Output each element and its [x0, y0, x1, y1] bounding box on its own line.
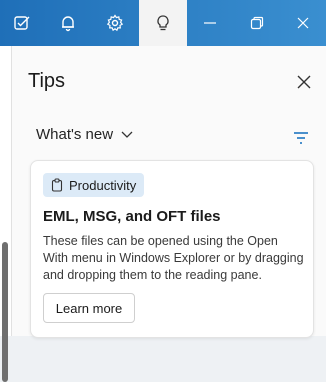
tip-title: EML, MSG, and OFT files [43, 208, 221, 225]
close-pane-button[interactable] [292, 70, 316, 94]
bell-icon [61, 16, 74, 32]
whats-new-label: What's new [36, 126, 114, 143]
close-icon [297, 75, 311, 89]
restore-button[interactable] [233, 0, 280, 46]
left-pane-edge [0, 46, 12, 382]
todo-button[interactable] [0, 0, 44, 46]
notifications-button[interactable] [44, 0, 91, 46]
filter-icon[interactable] [292, 130, 310, 146]
title-bar [0, 0, 326, 46]
tips-button[interactable] [139, 0, 187, 46]
settings-button[interactable] [91, 0, 139, 46]
category-tag-label: Productivity [69, 177, 137, 193]
todo-icon [14, 16, 30, 30]
close-window-button[interactable] [280, 0, 326, 46]
tips-pane: Tips What's new Productivity EML, MSG, a… [12, 46, 326, 338]
restore-icon [250, 16, 263, 30]
clipboard-icon [51, 178, 63, 192]
scrollbar[interactable] [2, 242, 8, 382]
chevron-down-icon [121, 131, 133, 138]
pane-title: Tips [28, 70, 66, 92]
close-icon [297, 17, 309, 29]
whats-new-dropdown[interactable]: What's new [36, 126, 133, 143]
tip-description: These files can be opened using the Open… [43, 234, 304, 282]
minimize-button[interactable] [187, 0, 233, 46]
learn-more-button[interactable]: Learn more [43, 293, 135, 323]
tip-card: Productivity EML, MSG, and OFT files The… [30, 160, 314, 338]
lightbulb-icon [157, 15, 169, 31]
minimize-icon [204, 22, 216, 24]
category-tag: Productivity [43, 173, 145, 197]
gear-icon [106, 14, 124, 32]
